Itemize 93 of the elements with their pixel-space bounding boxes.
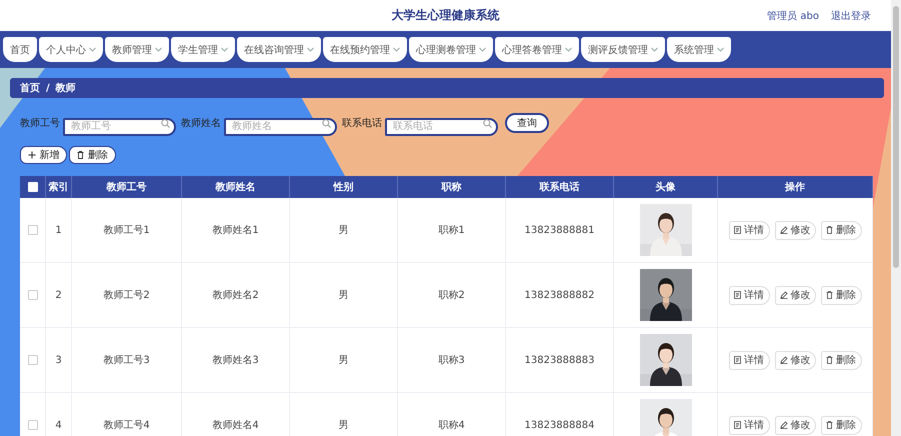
- breadcrumb-current: 教师: [56, 82, 76, 95]
- table-cell: 职称2: [398, 263, 506, 327]
- row-checkbox[interactable]: [28, 290, 38, 300]
- add-button[interactable]: 新增: [20, 146, 67, 164]
- scrollbar-thumb[interactable]: [893, 6, 899, 268]
- table-cell: 教师姓名4: [182, 393, 290, 436]
- breadcrumb-separator: /: [46, 82, 50, 94]
- column-header: 教师姓名: [182, 176, 290, 198]
- table-cell: 职称1: [398, 198, 506, 262]
- trash-icon: [826, 226, 833, 234]
- table-cell: 职称4: [398, 393, 506, 436]
- nav-tab[interactable]: 在线预约管理: [323, 37, 407, 62]
- trash-icon: [826, 356, 833, 364]
- table-cell: 1: [46, 198, 72, 262]
- document-icon: [734, 356, 741, 364]
- nav-tab[interactable]: 在线咨询管理: [237, 37, 321, 62]
- nav-tab[interactable]: 测评反馈管理: [581, 37, 665, 62]
- search-field[interactable]: 教师姓名: [224, 118, 337, 136]
- column-header: 联系电话: [506, 176, 614, 198]
- nav-tab[interactable]: 首页: [3, 37, 37, 62]
- search-field[interactable]: 教师工号: [63, 118, 176, 136]
- column-header: 头像: [614, 176, 718, 198]
- column-header: 操作: [718, 176, 873, 198]
- trash-icon: [826, 421, 833, 429]
- detail-button[interactable]: 详情: [728, 286, 770, 304]
- nav-tab[interactable]: 系统管理: [667, 37, 731, 62]
- table-cell: 职称3: [398, 328, 506, 392]
- search-button[interactable]: 查询: [505, 113, 549, 133]
- column-header: 职称: [398, 176, 506, 198]
- nav-tab[interactable]: 心理测卷管理: [409, 37, 493, 62]
- field-label: 教师工号: [20, 117, 60, 130]
- pencil-icon: [780, 356, 788, 364]
- table-cell: 教师工号4: [72, 393, 182, 436]
- table-cell: 男: [290, 263, 398, 327]
- row-checkbox[interactable]: [28, 355, 38, 365]
- column-header: 索引: [46, 176, 72, 198]
- document-icon: [734, 421, 741, 429]
- edit-button[interactable]: 修改: [774, 416, 816, 434]
- table-cell: 男: [290, 393, 398, 436]
- table-cell: 男: [290, 328, 398, 392]
- table-cell: 13823888882: [506, 263, 614, 327]
- column-header: 性别: [290, 176, 398, 198]
- breadcrumb-link[interactable]: 首页: [20, 81, 40, 95]
- pencil-icon: [780, 291, 788, 299]
- pencil-icon: [780, 226, 788, 234]
- table-cell: 2: [46, 263, 72, 327]
- document-icon: [734, 291, 741, 299]
- detail-button[interactable]: 详情: [728, 416, 770, 434]
- edit-button[interactable]: 修改: [774, 286, 816, 304]
- table-cell: 教师姓名3: [182, 328, 290, 392]
- field-label: 教师姓名: [181, 117, 221, 130]
- detail-button[interactable]: 详情: [728, 350, 770, 370]
- document-icon: [734, 226, 741, 234]
- logout-link[interactable]: 退出登录: [831, 9, 871, 23]
- pencil-icon: [780, 421, 788, 429]
- nav-tab[interactable]: 教师管理: [105, 37, 169, 62]
- search-icon: [483, 119, 492, 128]
- nav-tab[interactable]: 学生管理: [171, 37, 235, 62]
- search-icon: [322, 119, 331, 128]
- search-field[interactable]: 联系电话: [385, 118, 498, 136]
- delete-button[interactable]: 删除: [820, 220, 862, 240]
- table-cell: 13823888883: [506, 328, 614, 392]
- table-cell: 教师工号1: [72, 198, 182, 262]
- search-icon: [161, 119, 170, 128]
- detail-button[interactable]: 详情: [728, 220, 770, 240]
- column-header: 教师工号: [72, 176, 182, 198]
- edit-button[interactable]: 修改: [774, 350, 816, 370]
- nav-tab[interactable]: 心理答卷管理: [495, 37, 579, 62]
- table-cell: 3: [46, 328, 72, 392]
- app-title: 大学生心理健康系统: [392, 7, 500, 24]
- trash-icon: [826, 291, 833, 299]
- trash-icon: [77, 151, 84, 159]
- scrollbar[interactable]: [891, 0, 901, 436]
- table-cell: 教师姓名2: [182, 263, 290, 327]
- user-link[interactable]: 管理员 abo: [767, 9, 819, 23]
- nav-tab[interactable]: 个人中心: [39, 37, 103, 62]
- delete-button[interactable]: 删除: [69, 146, 116, 164]
- table-cell: 男: [290, 198, 398, 262]
- table-cell: 13823888881: [506, 198, 614, 262]
- field-label: 联系电话: [342, 116, 382, 130]
- edit-button[interactable]: 修改: [774, 220, 816, 240]
- row-checkbox[interactable]: [28, 225, 38, 235]
- table-cell: 教师姓名1: [182, 198, 290, 262]
- table-cell: 教师工号3: [72, 328, 182, 392]
- table-cell: 教师工号2: [72, 263, 182, 327]
- delete-button[interactable]: 删除: [820, 350, 862, 370]
- delete-button[interactable]: 删除: [820, 286, 862, 304]
- delete-button[interactable]: 删除: [820, 416, 862, 434]
- table-cell: 4: [46, 393, 72, 436]
- row-checkbox[interactable]: [28, 420, 38, 430]
- plus-icon: [28, 151, 36, 159]
- select-all-checkbox[interactable]: [28, 182, 38, 192]
- table-cell: 13823888884: [506, 393, 614, 436]
